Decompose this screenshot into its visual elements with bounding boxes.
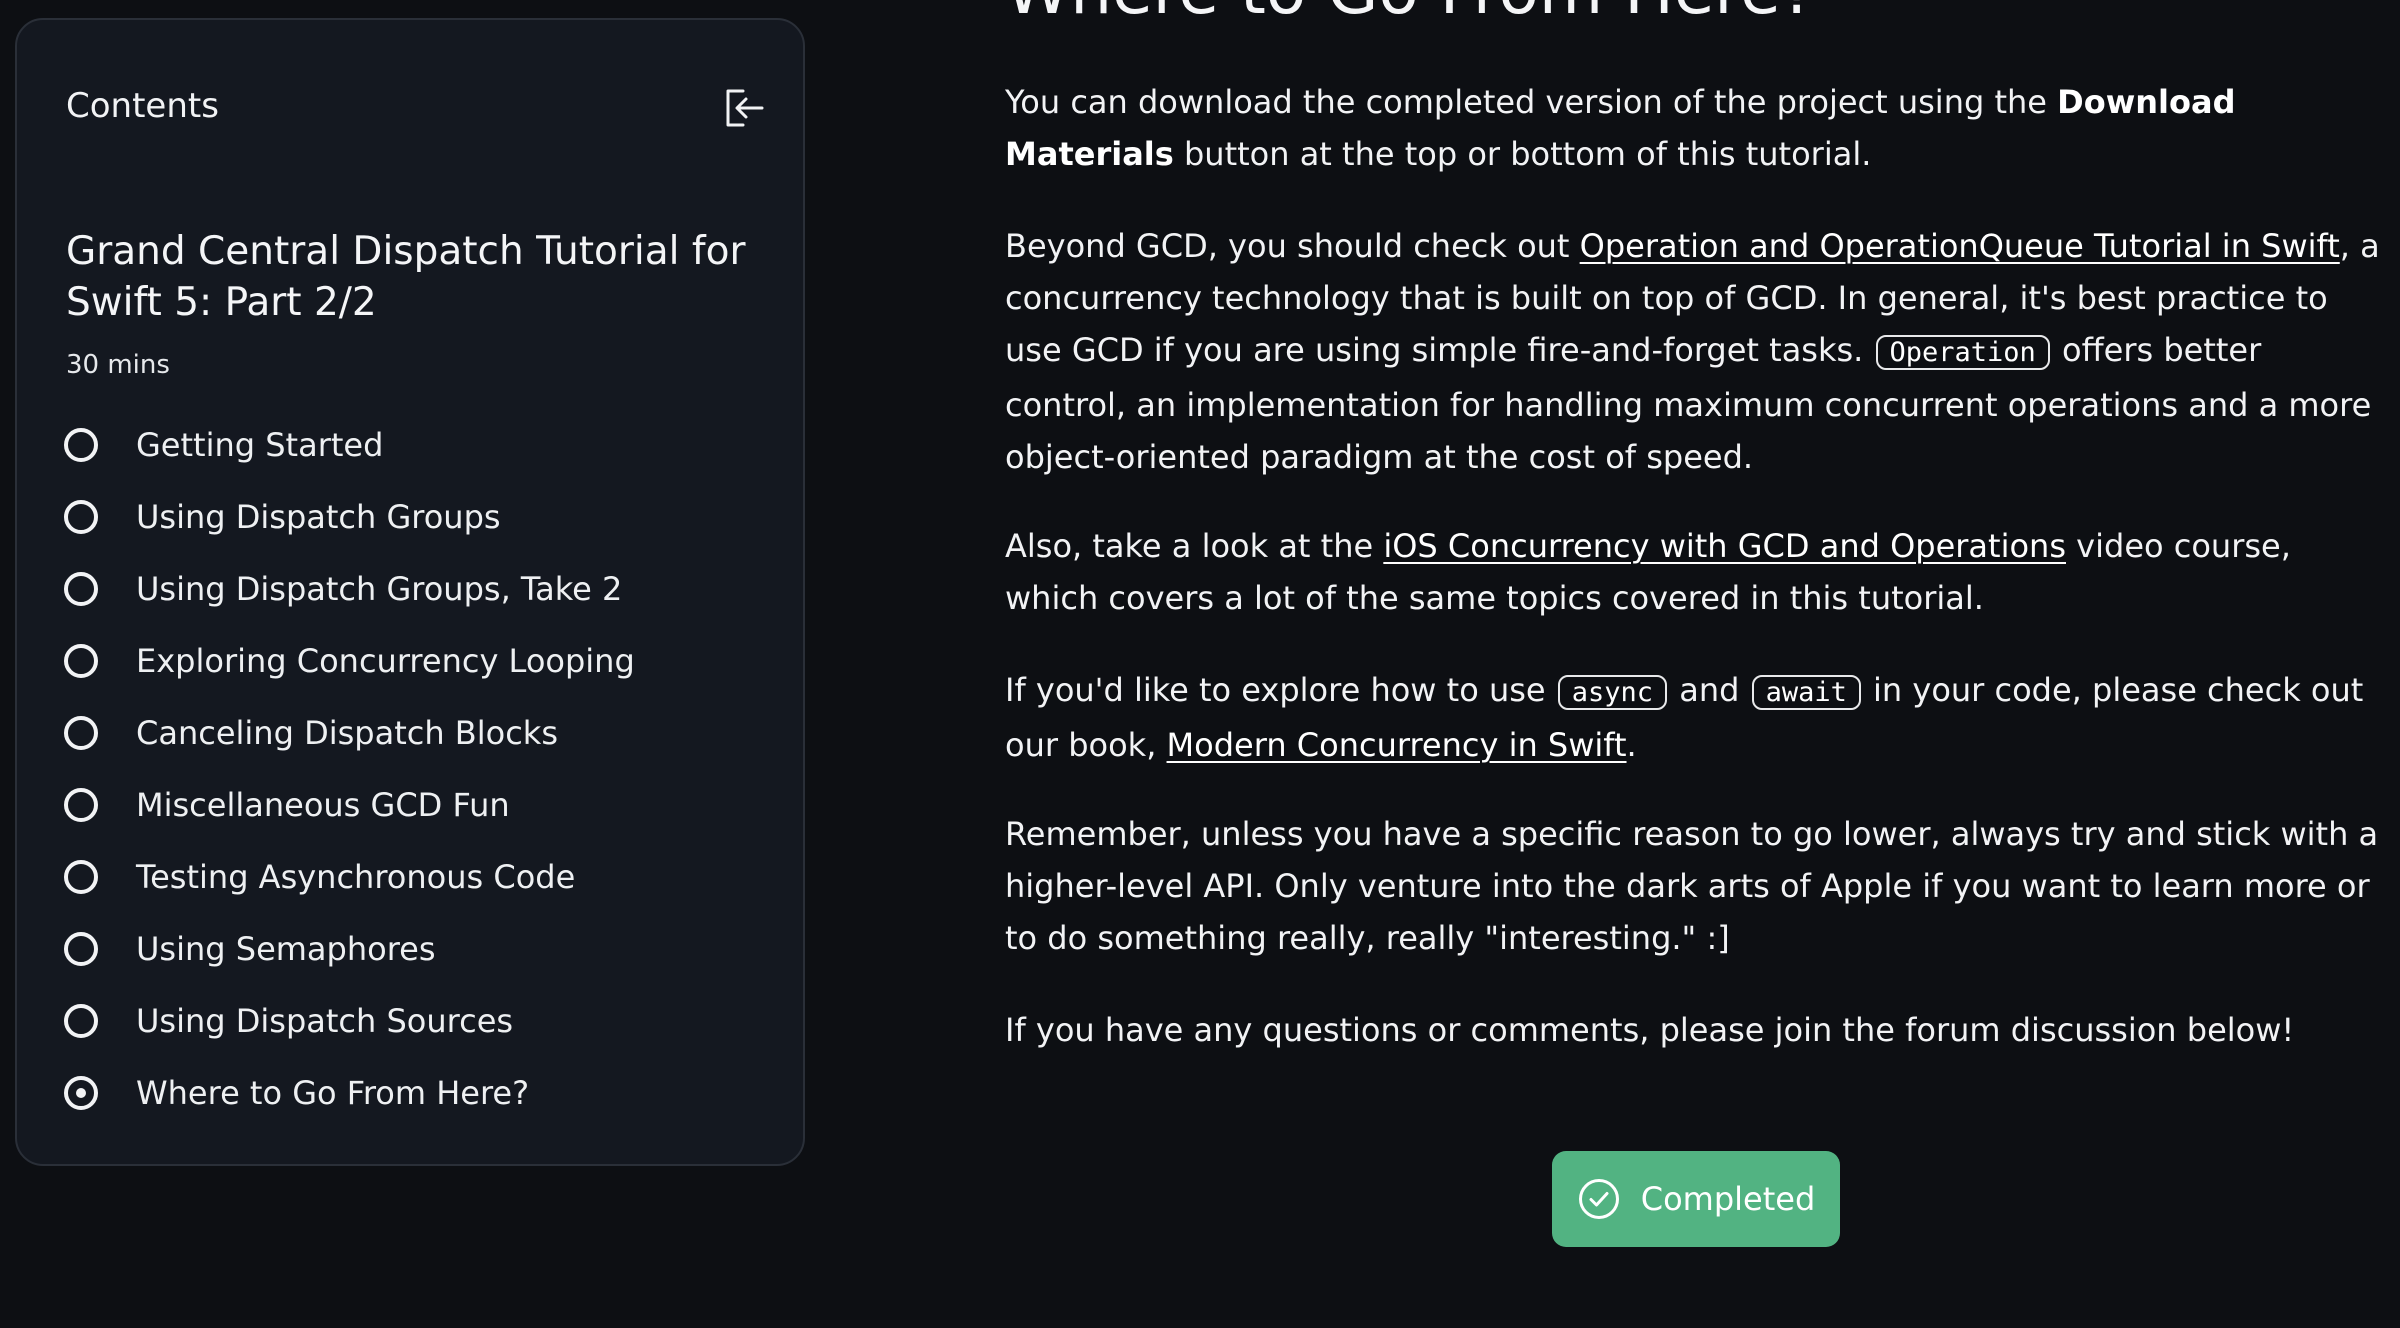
toc-item-label: Using Semaphores — [136, 930, 436, 968]
tutorial-duration: 30 mins — [66, 350, 170, 380]
toc-item[interactable]: Where to Go From Here? — [64, 1057, 635, 1129]
sidebar-header: Contents — [66, 86, 219, 126]
tutorial-title: Grand Central Dispatch Tutorial for Swif… — [66, 229, 746, 325]
toc-item[interactable]: Canceling Dispatch Blocks — [64, 697, 635, 769]
page: Contents Grand Central Dispatch Tutorial… — [0, 0, 2400, 1328]
toc-item[interactable]: Getting Started — [64, 409, 635, 481]
radio-empty-icon — [64, 716, 98, 750]
completed-button-label: Completed — [1640, 1180, 1816, 1218]
contents-sidebar: Contents Grand Central Dispatch Tutorial… — [15, 18, 805, 1166]
toc-item-label: Canceling Dispatch Blocks — [136, 714, 558, 752]
paragraph-video-course: Also, take a look at the iOS Concurrency… — [1005, 520, 2383, 624]
paragraph-text: and — [1669, 671, 1750, 709]
paragraph-text: Beyond GCD, you should check out — [1005, 227, 1580, 265]
toc-item-label: Using Dispatch Sources — [136, 1002, 514, 1040]
toc-item-label: Miscellaneous GCD Fun — [136, 786, 510, 824]
inline-code-await: await — [1751, 675, 1861, 710]
radio-selected-icon — [64, 1076, 98, 1110]
toc-item[interactable]: Using Dispatch Groups, Take 2 — [64, 553, 635, 625]
toc-item-label: Testing Asynchronous Code — [136, 858, 576, 896]
radio-empty-icon — [64, 932, 98, 966]
radio-empty-icon — [64, 1004, 98, 1038]
radio-empty-icon — [64, 860, 98, 894]
paragraph-text: . — [1626, 726, 1637, 764]
toc-item-label: Using Dispatch Groups, Take 2 — [136, 570, 623, 608]
radio-empty-icon — [64, 572, 98, 606]
collapse-left-icon — [726, 89, 764, 127]
toc-item[interactable]: Using Semaphores — [64, 913, 635, 985]
radio-empty-icon — [64, 644, 98, 678]
paragraph-forum: If you have any questions or comments, p… — [1005, 1011, 2295, 1049]
inline-code-async: async — [1557, 675, 1668, 710]
completed-button[interactable]: Completed — [1552, 1151, 1840, 1247]
section-heading: Where to Go From Here? — [1005, 0, 1816, 26]
radio-dot — [76, 1088, 86, 1098]
paragraph-text: If you'd like to explore how to use — [1005, 671, 1556, 709]
paragraph-async-await: If you'd like to explore how to use asyn… — [1005, 664, 2383, 771]
radio-empty-icon — [64, 428, 98, 462]
collapse-sidebar-button[interactable] — [717, 80, 773, 136]
toc-item[interactable]: Testing Asynchronous Code — [64, 841, 635, 913]
check-circle-icon — [1578, 1179, 1619, 1219]
radio-empty-icon — [64, 788, 98, 822]
toc-item[interactable]: Using Dispatch Sources — [64, 985, 635, 1057]
paragraph-text: button at the top or bottom of this tuto… — [1173, 135, 1872, 173]
toc-item-label: Using Dispatch Groups — [136, 498, 501, 536]
paragraph-beyond-gcd: Beyond GCD, you should check out Operati… — [1005, 220, 2383, 483]
inline-code-operation: Operation — [1875, 335, 2050, 370]
toc-item[interactable]: Using Dispatch Groups — [64, 481, 635, 553]
paragraph-download: You can download the completed version o… — [1005, 76, 2383, 180]
radio-empty-icon — [64, 500, 98, 534]
modern-concurrency-book-link[interactable]: Modern Concurrency in Swift — [1167, 726, 1627, 764]
toc-item-label: Where to Go From Here? — [136, 1074, 530, 1112]
operation-tutorial-link[interactable]: Operation and OperationQueue Tutorial in… — [1580, 227, 2340, 265]
paragraph-remember: Remember, unless you have a specific rea… — [1005, 815, 2379, 957]
toc-item-label: Exploring Concurrency Looping — [136, 642, 635, 680]
toc-item[interactable]: Exploring Concurrency Looping — [64, 625, 635, 697]
paragraph-text: Also, take a look at the — [1005, 527, 1384, 565]
toc-item[interactable]: Miscellaneous GCD Fun — [64, 769, 635, 841]
table-of-contents: Getting Started Using Dispatch Groups Usin… — [64, 409, 635, 1129]
paragraph-text: You can download the completed version o… — [1005, 83, 2058, 121]
toc-item-label: Getting Started — [136, 426, 384, 464]
ios-concurrency-course-link[interactable]: iOS Concurrency with GCD and Operations — [1383, 527, 2066, 565]
